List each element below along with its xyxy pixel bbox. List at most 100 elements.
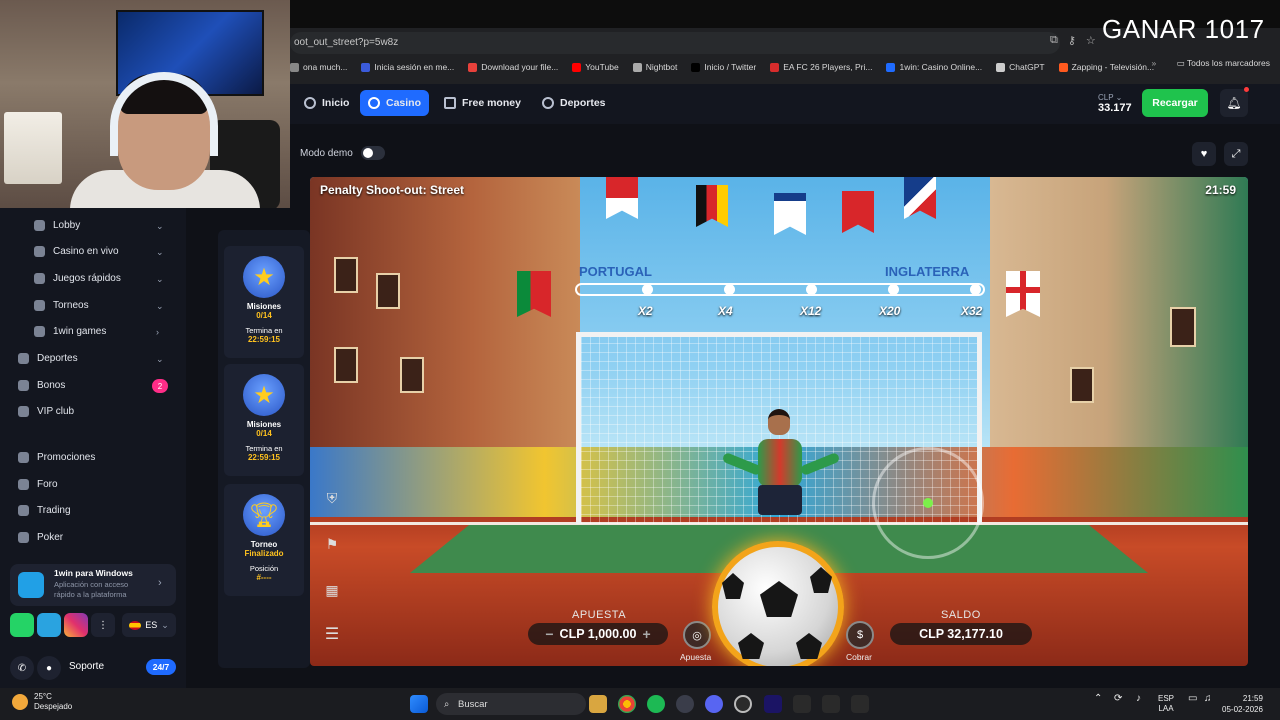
bookmark-item[interactable]: Download your file... xyxy=(468,62,558,72)
instagram-icon[interactable] xyxy=(64,613,88,637)
tray-chevron-icon[interactable]: ⌃ xyxy=(1094,694,1102,704)
tournament-card[interactable]: 🏆︎ Torneo Finalizado Posición #---- xyxy=(224,484,304,596)
mission-card-2[interactable]: ★ Misiones 0/14 Termina en 22:59:15 xyxy=(224,364,304,476)
whatsapp-icon[interactable] xyxy=(10,613,34,637)
bookmark-label: Download your file... xyxy=(481,62,559,72)
key-icon[interactable]: ⚷ xyxy=(1068,34,1076,47)
bookmark-item[interactable]: 1win: Casino Online... xyxy=(886,62,982,72)
chevron-down-icon[interactable]: ⌄ xyxy=(156,301,164,312)
chevron-down-icon[interactable]: ⌄ xyxy=(156,274,164,285)
bookmark-label: Nightbot xyxy=(645,62,678,72)
notifications-button[interactable]: 🔔︎ xyxy=(1220,89,1248,117)
app-icon[interactable] xyxy=(822,695,840,713)
obs-icon[interactable] xyxy=(734,695,752,713)
progress-step xyxy=(888,284,899,295)
shield-icon[interactable]: ⛨ xyxy=(320,487,344,509)
app-icon[interactable] xyxy=(851,695,869,713)
support-label[interactable]: Soporte xyxy=(69,661,104,672)
sidebar-item-5[interactable]: Deportes xyxy=(18,353,78,364)
star-icon[interactable]: ☆ xyxy=(1086,34,1096,47)
keyboard-language[interactable]: ESP LAA xyxy=(1158,694,1174,714)
chevron-right-icon[interactable]: › xyxy=(156,327,159,337)
chevron-down-icon[interactable]: ⌄ xyxy=(156,354,164,365)
bookmark-item[interactable]: Zapping - Televisión... xyxy=(1058,62,1154,72)
app-icon[interactable] xyxy=(793,695,811,713)
sidebar-item-9[interactable]: Foro xyxy=(18,479,58,490)
sidebar-item-8[interactable]: Promociones xyxy=(18,452,95,463)
sidebar-item-3[interactable]: Torneos xyxy=(34,300,89,311)
bookmark-item[interactable]: ChatGPT xyxy=(996,62,1045,72)
taskbar-search[interactable]: ⌕ Buscar xyxy=(436,693,586,715)
balance-display[interactable]: CLP ⌄ 33.177 xyxy=(1098,92,1132,114)
mic-icon[interactable]: ♪ xyxy=(1136,694,1141,704)
calendar-icon[interactable]: ▦ xyxy=(320,579,344,601)
bookmark-item[interactable]: Nightbot xyxy=(632,62,678,72)
recargar-button[interactable]: Recargar xyxy=(1142,89,1208,117)
sidebar-item-10[interactable]: Trading xyxy=(18,505,71,516)
cast-icon[interactable]: ⧉ xyxy=(1050,34,1058,47)
weather-widget[interactable]: 25°C Despejado xyxy=(12,692,72,712)
telegram-icon[interactable] xyxy=(37,613,61,637)
network-icon[interactable]: ⟳ xyxy=(1114,694,1122,704)
bookmark-item[interactable]: YouTube xyxy=(572,62,619,72)
chrome-icon[interactable] xyxy=(618,695,636,713)
favorite-button[interactable]: ♥ xyxy=(1192,142,1216,166)
nav-casino[interactable]: Casino xyxy=(360,90,430,116)
sidebar-item-label: Poker xyxy=(37,532,64,543)
bookmark-item[interactable]: Inicia sesión en me... xyxy=(361,62,454,72)
language-selector[interactable]: ES ⌄ xyxy=(122,613,176,637)
sidebar-item-0[interactable]: Lobby xyxy=(34,220,80,231)
wall-card xyxy=(4,112,62,184)
sidebar-item-6[interactable]: Bonos xyxy=(18,380,65,391)
discord-icon[interactable] xyxy=(705,695,723,713)
flags-icon[interactable]: ⚑ xyxy=(320,533,344,555)
taskbar-clock[interactable]: 21:59 05-02-2026 xyxy=(1222,693,1263,715)
sidebar-item-label: Torneos xyxy=(53,300,89,311)
chevron-down-icon[interactable]: ⌄ xyxy=(156,247,164,258)
bookmark-item[interactable]: ona much... xyxy=(290,62,347,72)
premiere-icon[interactable] xyxy=(764,695,782,713)
soccer-ball[interactable] xyxy=(712,541,844,666)
bet-amount-control[interactable]: − CLP 1,000.00 + xyxy=(528,623,668,645)
app-icon[interactable] xyxy=(676,695,694,713)
mission-card-1[interactable]: ★ Misiones 0/14 Termina en 22:59:15 xyxy=(224,246,304,358)
bookmark-item[interactable]: EA FC 26 Players, Pri... xyxy=(770,62,872,72)
display-icon[interactable]: ▭ xyxy=(1188,694,1197,704)
phone-icon[interactable]: ✆ xyxy=(10,656,34,680)
nav-inicio[interactable]: Inicio xyxy=(296,90,357,116)
bet-increase-button[interactable]: + xyxy=(636,626,656,642)
sidebar-item-4[interactable]: 1win games xyxy=(34,326,106,337)
star-icon: ★ xyxy=(243,374,285,416)
nav-free-money[interactable]: Free money xyxy=(436,90,529,116)
apuesta-button[interactable]: ◎ xyxy=(683,621,711,649)
all-bookmarks[interactable]: » ▭ Todos los marcadores xyxy=(1151,58,1270,69)
nav-deportes[interactable]: Deportes xyxy=(534,90,614,116)
windows-app-banner[interactable]: 1win para Windows Aplicación con acceso … xyxy=(10,564,176,606)
sidebar-item-7[interactable]: VIP club xyxy=(18,406,74,417)
temperature: 25°C xyxy=(34,692,52,701)
sidebar-item-2[interactable]: Juegos rápidos xyxy=(34,273,121,284)
bookmark-item[interactable]: Inicio / Twitter xyxy=(691,62,756,72)
menu-icon[interactable]: ☰ xyxy=(320,623,344,645)
file-explorer-icon[interactable] xyxy=(589,695,607,713)
building-window xyxy=(334,257,358,293)
cobrar-button[interactable]: $ xyxy=(846,621,874,649)
fullscreen-button[interactable]: ⤢ xyxy=(1224,142,1248,166)
game-canvas[interactable]: Penalty Shoot-out: Street 21:59 PORTUGAL… xyxy=(310,177,1248,666)
address-bar[interactable]: oot_out_street?p=5w8z xyxy=(290,32,1060,54)
chat-bubble-icon[interactable]: ● xyxy=(37,656,61,680)
sidebar-item-11[interactable]: Poker xyxy=(18,532,63,543)
more-options-icon[interactable]: ⋮ xyxy=(91,613,115,637)
sidebar-badge: 2 xyxy=(152,379,168,393)
windows-start-icon[interactable] xyxy=(410,695,428,713)
demo-mode-toggle[interactable] xyxy=(360,146,385,160)
sidebar-item-1[interactable]: Casino en vivo xyxy=(34,246,119,257)
more-bookmarks-icon[interactable]: » xyxy=(1151,58,1156,68)
bet-decrease-button[interactable]: − xyxy=(539,626,559,642)
volume-icon[interactable]: ♫ xyxy=(1204,694,1212,704)
spotify-icon[interactable] xyxy=(647,695,665,713)
bookmark-favicon-icon xyxy=(886,62,896,72)
sidebar-item-label: Lobby xyxy=(53,220,81,231)
multiplier-label: X4 xyxy=(718,304,733,318)
chevron-down-icon[interactable]: ⌄ xyxy=(156,221,164,232)
